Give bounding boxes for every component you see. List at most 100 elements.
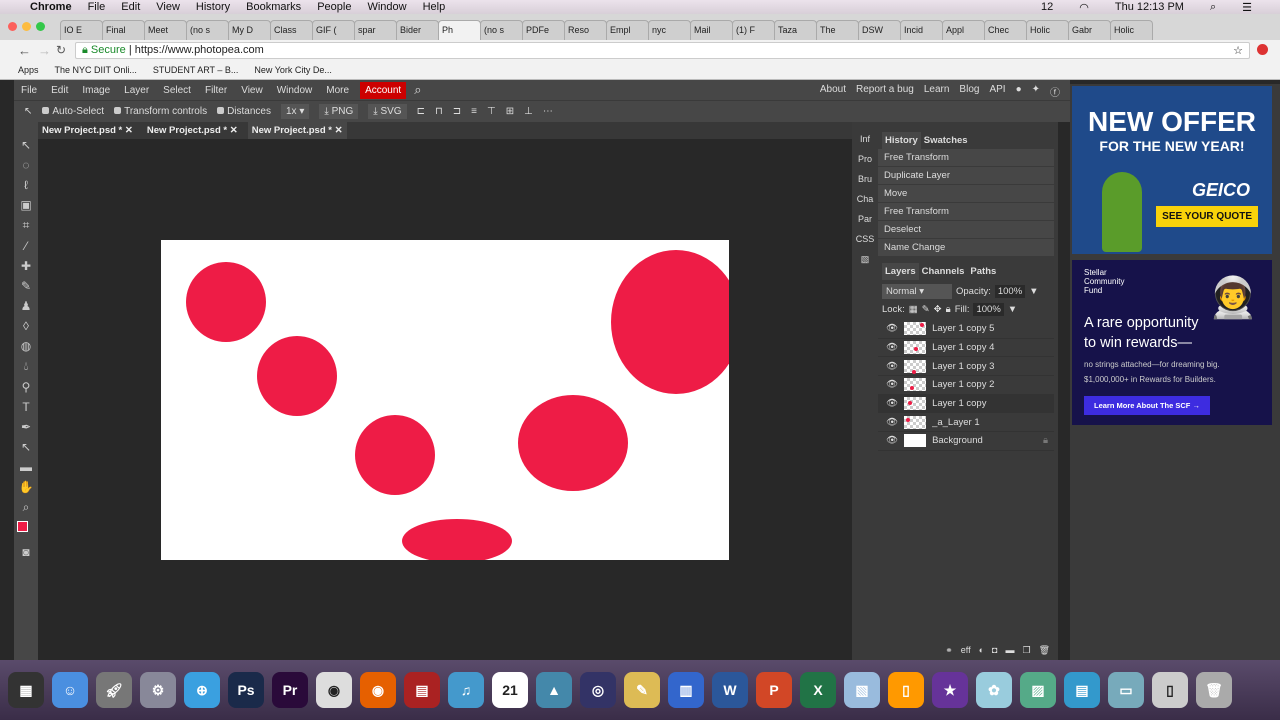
history-item[interactable]: Move xyxy=(878,185,1054,203)
browser-tab[interactable]: Gabr xyxy=(1068,20,1111,40)
browser-tab[interactable]: Bider xyxy=(396,20,439,40)
marquee-tool[interactable]: ◌ xyxy=(22,158,29,172)
eraser-tool[interactable]: ◊ xyxy=(23,319,29,333)
tab-layers[interactable]: Layers xyxy=(882,263,919,280)
scale-dropdown[interactable]: 1x ▾ xyxy=(280,104,310,119)
history-item[interactable]: Duplicate Layer xyxy=(878,167,1054,185)
browser-tab[interactable]: Chec xyxy=(984,20,1027,40)
menu-history[interactable]: History xyxy=(196,1,230,13)
api-link[interactable]: API xyxy=(989,84,1005,99)
visibility-eye-icon[interactable]: 👁︎ xyxy=(886,342,898,353)
system-prefs-dock-icon[interactable]: ⚙ xyxy=(140,672,176,708)
browser-tab[interactable]: Appl xyxy=(942,20,985,40)
tab-swatches[interactable]: Swatches xyxy=(921,132,971,149)
lock-pixels-icon[interactable]: ✎ xyxy=(922,304,930,315)
tab-channels[interactable]: Channels xyxy=(919,263,968,280)
layer-effects-button[interactable]: eff xyxy=(961,645,971,656)
app-menu[interactable]: Chrome xyxy=(30,1,72,13)
itunes-dock-icon[interactable]: ♫ xyxy=(448,672,484,708)
photoshop-dock-icon[interactable]: Ps xyxy=(228,672,264,708)
css-panel-button[interactable]: CSS xyxy=(856,234,875,244)
doc-tab-1[interactable]: New Project.psd * ✕ xyxy=(38,122,137,139)
layer-row[interactable]: 👁︎ Layer 1 copy 2 xyxy=(878,376,1054,395)
search-icon[interactable]: ⌕ xyxy=(414,82,421,98)
move-tool-icon[interactable]: ↖ xyxy=(24,106,32,117)
learn-link[interactable]: Learn xyxy=(924,84,950,99)
pp-menu-view[interactable]: View xyxy=(234,85,270,96)
foreground-color[interactable] xyxy=(17,521,28,532)
folder-icon[interactable]: ▬ xyxy=(1005,645,1014,656)
safari-dock-icon[interactable]: ⊕ xyxy=(184,672,220,708)
align-middle-icon[interactable]: ⊞ xyxy=(506,106,514,117)
pp-menu-image[interactable]: Image xyxy=(75,85,117,96)
shape-tool[interactable]: ▬ xyxy=(20,460,32,474)
bookmark-nyc-diit[interactable]: The NYC DIIT Onli... xyxy=(55,65,137,75)
notification-icon[interactable]: ☰ xyxy=(1242,1,1252,14)
browser-tab[interactable]: Taza xyxy=(774,20,817,40)
menu-bookmarks[interactable]: Bookmarks xyxy=(246,1,301,13)
transform-controls-checkbox[interactable]: Transform controls xyxy=(114,106,207,117)
calendar-dock-icon[interactable]: 21 xyxy=(492,672,528,708)
new-layer-icon[interactable]: ❐ xyxy=(1022,645,1030,656)
opacity-input[interactable]: 100% xyxy=(994,285,1026,298)
history-item[interactable]: Free Transform xyxy=(878,149,1054,167)
browser-tab[interactable]: Holic xyxy=(1026,20,1069,40)
geico-ad[interactable]: NEW OFFER FOR THE NEW YEAR! GEICO SEE YO… xyxy=(1072,86,1272,254)
align-right-icon[interactable]: ⊐ xyxy=(453,106,461,117)
lock-transparency-icon[interactable]: ▦ xyxy=(909,304,918,315)
see-quote-button[interactable]: SEE YOUR QUOTE xyxy=(1156,206,1258,227)
bookmark-apps[interactable]: Apps xyxy=(18,65,39,75)
browser-tab[interactable]: Empl xyxy=(606,20,649,40)
auto-select-checkbox[interactable]: Auto-Select xyxy=(42,106,104,117)
move-tool[interactable]: ↖ xyxy=(21,138,31,152)
quick-select-tool[interactable]: ▣ xyxy=(20,198,31,212)
stamp-tool[interactable]: ♟ xyxy=(21,299,32,313)
fill-input[interactable]: 100% xyxy=(973,303,1004,316)
close-tab-icon[interactable]: ✕ xyxy=(230,125,238,136)
reload-icon[interactable]: ↻ xyxy=(56,43,66,57)
paragraph-panel-button[interactable]: Par xyxy=(858,214,872,224)
close-window-button[interactable] xyxy=(8,22,17,31)
tab-paths[interactable]: Paths xyxy=(967,263,999,280)
imovie-dock-icon[interactable]: ★ xyxy=(932,672,968,708)
visibility-eye-icon[interactable]: 👁︎ xyxy=(886,361,898,372)
character-panel-button[interactable]: Cha xyxy=(857,194,874,204)
quicktime-dock-icon[interactable]: ◎ xyxy=(580,672,616,708)
distribute-h-icon[interactable]: ⋯ xyxy=(543,106,553,117)
premiere-dock-icon[interactable]: Pr xyxy=(272,672,308,708)
zoom-button[interactable] xyxy=(36,22,45,31)
star-icon[interactable]: ☆ xyxy=(1233,44,1243,57)
path-select-tool[interactable]: ↖ xyxy=(21,440,31,454)
export-svg-button[interactable]: ⤓ SVG xyxy=(368,104,407,119)
reddit-icon[interactable]: ● xyxy=(1016,84,1022,99)
documents-dock-icon[interactable]: ▯ xyxy=(1152,672,1188,708)
opacity-dropdown-icon[interactable]: ▼ xyxy=(1029,286,1038,297)
dodge-tool[interactable]: ⚲ xyxy=(22,380,31,394)
image-capture-dock-icon[interactable]: ▨ xyxy=(1020,672,1056,708)
browser-tab[interactable]: DSW xyxy=(858,20,901,40)
layer-row[interactable]: 👁︎ Background 🔒︎ xyxy=(878,432,1054,451)
chrome-dock-icon[interactable]: ◉ xyxy=(316,672,352,708)
pp-menu-edit[interactable]: Edit xyxy=(44,85,75,96)
info-panel-button[interactable]: Inf xyxy=(860,134,870,144)
browser-tab[interactable]: Ph xyxy=(438,20,481,40)
menu-help[interactable]: Help xyxy=(423,1,446,13)
history-item[interactable]: Free Transform xyxy=(878,203,1054,221)
browser-tab[interactable]: IO E xyxy=(60,20,103,40)
export-png-button[interactable]: ⤓ PNG xyxy=(319,104,359,119)
powerpoint-dock-icon[interactable]: P xyxy=(756,672,792,708)
pen-tool[interactable]: ✒ xyxy=(21,420,31,434)
lock-all-icon[interactable]: 🔒︎ xyxy=(946,304,951,315)
pp-menu-select[interactable]: Select xyxy=(156,85,198,96)
adobe-status[interactable]: 12 xyxy=(1041,1,1053,14)
blend-mode-select[interactable]: Normal ▾ xyxy=(882,284,952,299)
browser-tab[interactable]: nyc xyxy=(648,20,691,40)
history-item[interactable]: Name Change xyxy=(878,239,1054,257)
history-item[interactable]: Deselect xyxy=(878,221,1054,239)
hand-tool[interactable]: ✋ xyxy=(19,480,34,494)
photo-booth-dock-icon[interactable]: ▤ xyxy=(404,672,440,708)
align-top-icon[interactable]: ⊤ xyxy=(487,106,496,117)
browser-tab[interactable]: Class xyxy=(270,20,313,40)
adjustment-icon[interactable]: ◐ xyxy=(979,645,984,656)
extension-icon[interactable] xyxy=(1257,44,1268,55)
